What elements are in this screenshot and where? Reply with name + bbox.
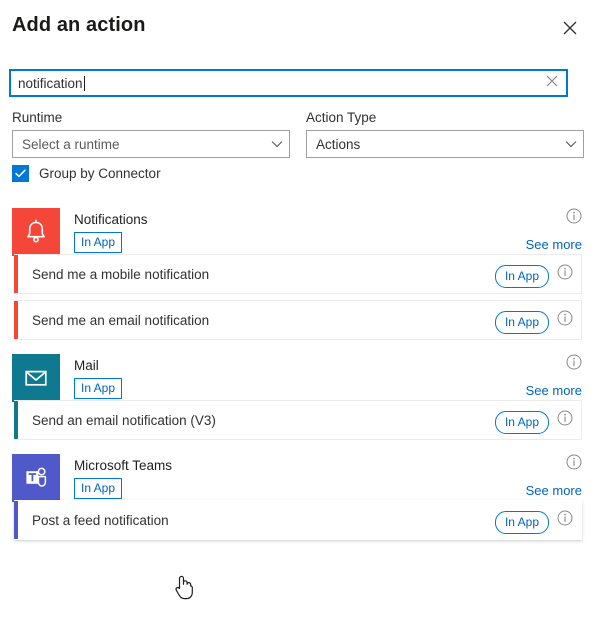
bell-icon — [12, 208, 60, 256]
connector-group: Microsoft Teams In App See more Post a f… — [0, 446, 596, 540]
results-list: Notifications In App See more Send me a … — [0, 200, 596, 621]
action-type-dropdown[interactable]: Actions — [306, 130, 584, 158]
connector-meta: Notifications In App — [74, 208, 148, 253]
panel-header: Add an action — [0, 0, 596, 56]
connector-header[interactable]: Mail In App See more — [0, 346, 596, 402]
close-button[interactable] — [554, 12, 586, 44]
action-row-right: In App — [494, 261, 581, 288]
search-input-text[interactable]: notification — [11, 71, 538, 95]
envelope-icon — [12, 354, 60, 402]
action-row[interactable]: Send me an email notification In App — [14, 300, 582, 340]
connector-header[interactable]: Notifications In App See more — [0, 200, 596, 256]
see-more-link[interactable]: See more — [526, 483, 582, 498]
connector-right: See more — [512, 208, 582, 252]
page-title: Add an action — [12, 14, 146, 36]
info-circle-icon[interactable] — [557, 264, 573, 285]
connector-group: Mail In App See more Send an email notif… — [0, 346, 596, 440]
runtime-dropdown[interactable]: Select a runtime — [12, 130, 290, 158]
group-by-connector-checkbox[interactable]: Group by Connector — [12, 165, 161, 182]
info-circle-icon[interactable] — [557, 410, 573, 431]
info-circle-icon[interactable] — [557, 510, 573, 531]
runtime-field: Runtime Select a runtime — [12, 110, 290, 158]
row-accent-bar — [14, 255, 18, 293]
info-circle-icon[interactable] — [566, 208, 582, 229]
see-more-link[interactable]: See more — [526, 383, 582, 398]
connector-meta: Mail In App — [74, 354, 123, 399]
chevron-down-icon — [271, 135, 283, 153]
connector-name: Notifications — [74, 212, 148, 227]
clear-x-icon — [546, 74, 558, 92]
connector-group: Notifications In App See more Send me a … — [0, 200, 596, 340]
info-circle-icon[interactable] — [566, 354, 582, 375]
info-circle-icon[interactable] — [566, 454, 582, 475]
group-by-connector-label: Group by Connector — [39, 166, 161, 181]
connector-name: Mail — [74, 358, 99, 373]
chevron-down-icon — [565, 135, 577, 153]
action-row-right: In App — [494, 307, 581, 334]
connector-badge: In App — [74, 478, 123, 499]
search-input[interactable]: notification — [9, 69, 568, 97]
runtime-dropdown-value: Select a runtime — [22, 136, 120, 152]
connector-meta: Microsoft Teams In App — [74, 454, 172, 499]
action-badge: In App — [494, 264, 549, 288]
action-badge: In App — [494, 410, 549, 434]
connector-badge: In App — [74, 232, 123, 253]
search-value: notification — [18, 75, 83, 91]
microsoft-teams-icon — [12, 454, 60, 502]
action-badge: In App — [494, 510, 549, 534]
row-accent-bar — [14, 401, 18, 439]
action-row[interactable]: Post a feed notification In App — [14, 500, 582, 540]
connector-header[interactable]: Microsoft Teams In App See more — [0, 446, 596, 502]
connector-right: See more — [512, 354, 582, 398]
action-type-field: Action Type Actions — [306, 110, 584, 158]
row-accent-bar — [14, 301, 18, 339]
checkbox-box[interactable] — [12, 165, 29, 182]
text-caret — [83, 75, 85, 91]
close-icon — [563, 21, 577, 35]
info-circle-icon[interactable] — [557, 310, 573, 331]
action-label: Post a feed notification — [32, 512, 169, 528]
action-row[interactable]: Send an email notification (V3) In App — [14, 400, 582, 440]
action-type-dropdown-value: Actions — [316, 136, 361, 152]
runtime-label: Runtime — [12, 110, 63, 125]
filter-row: Runtime Select a runtime Action Type Act… — [12, 110, 584, 158]
action-badge: In App — [494, 310, 549, 334]
clear-search-button[interactable] — [538, 71, 566, 95]
action-label: Send an email notification (V3) — [32, 412, 216, 428]
action-label: Send me an email notification — [32, 312, 210, 328]
row-accent-bar — [14, 501, 18, 539]
action-type-label: Action Type — [306, 110, 377, 125]
action-row[interactable]: Send me a mobile notification In App — [14, 254, 582, 294]
action-row-right: In App — [494, 407, 581, 434]
checkmark-icon — [15, 165, 26, 183]
action-label: Send me a mobile notification — [32, 266, 210, 282]
connector-badge: In App — [74, 378, 123, 399]
connector-name: Microsoft Teams — [74, 458, 173, 473]
connector-right: See more — [512, 454, 582, 498]
see-more-link[interactable]: See more — [526, 237, 582, 252]
action-row-right: In App — [494, 507, 581, 534]
